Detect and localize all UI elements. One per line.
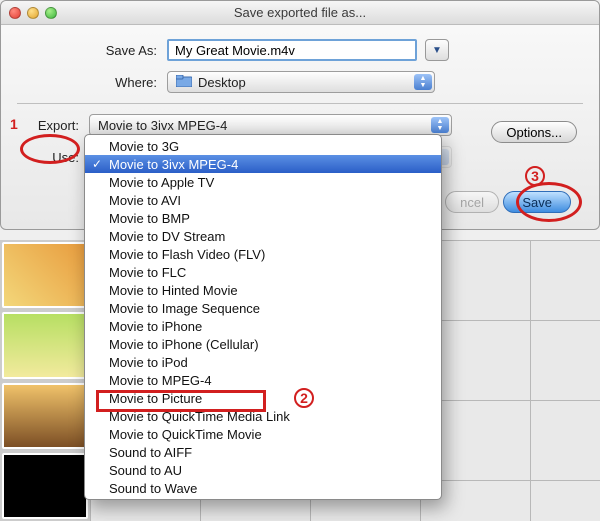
menu-item-sound-to-aiff[interactable]: Sound to AIFF bbox=[85, 443, 441, 461]
menu-item-movie-to-apple-tv[interactable]: Movie to Apple TV bbox=[85, 173, 441, 191]
options-button[interactable]: Options... bbox=[491, 121, 577, 143]
annotation-number-3: 3 bbox=[525, 166, 545, 186]
menu-item-movie-to-iphone-cellular[interactable]: Movie to iPhone (Cellular) bbox=[85, 335, 441, 353]
save-button-label: Save bbox=[522, 195, 552, 210]
menu-item-movie-to-flash-video-flv[interactable]: Movie to Flash Video (FLV) bbox=[85, 245, 441, 263]
menu-item-movie-to-3ivx-mpeg-4[interactable]: Movie to 3ivx MPEG-4 bbox=[85, 155, 441, 173]
desktop-icon bbox=[176, 75, 192, 90]
save-as-row: Save As: ▼ bbox=[17, 39, 583, 61]
filename-input[interactable] bbox=[167, 39, 417, 61]
cancel-button[interactable]: ncel bbox=[445, 191, 499, 213]
save-button[interactable]: Save bbox=[503, 191, 571, 213]
where-selected-value: Desktop bbox=[198, 75, 246, 90]
annotation-number-2: 2 bbox=[294, 388, 314, 408]
menu-item-movie-to-quicktime-media-link[interactable]: Movie to QuickTime Media Link bbox=[85, 407, 441, 425]
menu-item-movie-to-image-sequence[interactable]: Movie to Image Sequence bbox=[85, 299, 441, 317]
where-label: Where: bbox=[17, 75, 167, 90]
where-row: Where: Desktop ▲▼ bbox=[17, 71, 583, 93]
menu-item-movie-to-quicktime-movie[interactable]: Movie to QuickTime Movie bbox=[85, 425, 441, 443]
clip-thumbnail bbox=[2, 312, 88, 378]
menu-item-sound-to-au[interactable]: Sound to AU bbox=[85, 461, 441, 479]
updown-arrows-icon: ▲▼ bbox=[414, 74, 432, 90]
title-bar: Save exported file as... bbox=[1, 1, 599, 25]
menu-item-movie-to-hinted-movie[interactable]: Movie to Hinted Movie bbox=[85, 281, 441, 299]
export-selected-value: Movie to 3ivx MPEG-4 bbox=[98, 118, 227, 133]
zoom-window-icon[interactable] bbox=[45, 7, 57, 19]
window-controls bbox=[9, 7, 57, 19]
save-as-label: Save As: bbox=[17, 43, 167, 58]
chevron-down-icon: ▼ bbox=[432, 45, 442, 56]
reveal-toggle-button[interactable]: ▼ bbox=[425, 39, 449, 61]
window-title: Save exported file as... bbox=[1, 5, 599, 20]
thumbnail-column bbox=[0, 240, 90, 521]
clip-thumbnail bbox=[2, 242, 88, 308]
close-window-icon[interactable] bbox=[9, 7, 21, 19]
updown-arrows-icon: ▲▼ bbox=[431, 117, 449, 133]
use-label: Use: bbox=[17, 150, 89, 165]
clip-thumbnail bbox=[2, 453, 88, 519]
clip-thumbnail bbox=[2, 383, 88, 449]
menu-item-movie-to-bmp[interactable]: Movie to BMP bbox=[85, 209, 441, 227]
export-label: Export: bbox=[17, 118, 89, 133]
export-select[interactable]: Movie to 3ivx MPEG-4 ▲▼ bbox=[89, 114, 452, 136]
menu-item-movie-to-dv-stream[interactable]: Movie to DV Stream bbox=[85, 227, 441, 245]
annotation-number-1: 1 bbox=[10, 116, 18, 132]
minimize-window-icon[interactable] bbox=[27, 7, 39, 19]
divider bbox=[17, 103, 583, 104]
where-select[interactable]: Desktop ▲▼ bbox=[167, 71, 435, 93]
menu-item-movie-to-3g[interactable]: Movie to 3G bbox=[85, 137, 441, 155]
menu-item-movie-to-mpeg-4[interactable]: Movie to MPEG-4 bbox=[85, 371, 441, 389]
menu-item-sound-to-wave[interactable]: Sound to Wave bbox=[85, 479, 441, 497]
menu-item-movie-to-avi[interactable]: Movie to AVI bbox=[85, 191, 441, 209]
menu-item-movie-to-ipod[interactable]: Movie to iPod bbox=[85, 353, 441, 371]
export-dropdown-menu[interactable]: Movie to 3GMovie to 3ivx MPEG-4Movie to … bbox=[84, 134, 442, 500]
menu-item-movie-to-picture[interactable]: Movie to Picture bbox=[85, 389, 441, 407]
menu-item-movie-to-flc[interactable]: Movie to FLC bbox=[85, 263, 441, 281]
options-button-label: Options... bbox=[506, 125, 562, 140]
menu-item-movie-to-iphone[interactable]: Movie to iPhone bbox=[85, 317, 441, 335]
cancel-button-label: ncel bbox=[460, 195, 484, 210]
